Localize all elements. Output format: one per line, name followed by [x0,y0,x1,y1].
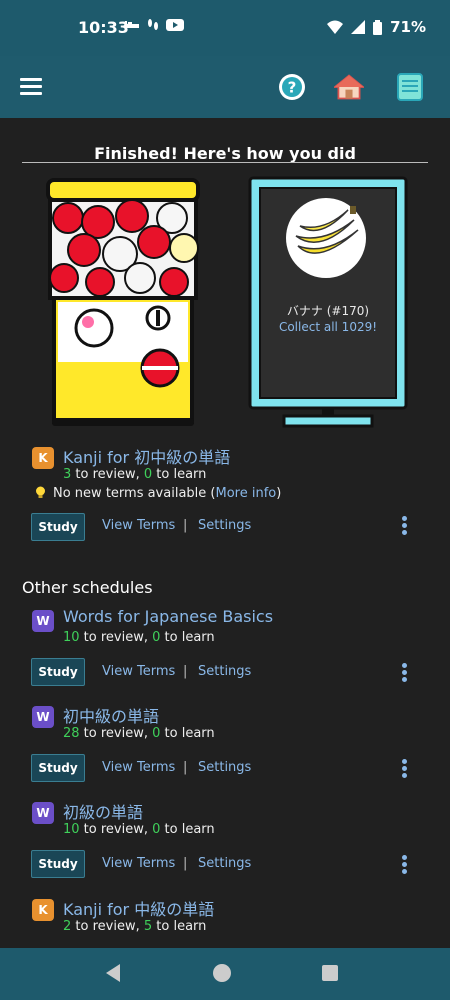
schedule-counts: 28 to review, 0 to learn [63,726,215,741]
view-terms-link[interactable]: View Terms [102,664,175,679]
bed-icon [125,21,139,30]
info-tip: No new terms available (More info) [34,486,281,501]
words-badge: W [32,706,54,728]
schedule-title-link[interactable]: 初級の単語 [63,799,143,823]
words-badge: W [32,802,54,824]
more-options-icon[interactable] [402,855,408,875]
more-options-icon[interactable] [402,759,408,779]
words-badge: W [32,610,54,632]
more-info-link[interactable]: More info [215,486,276,501]
learn-text: to learn [152,467,207,482]
review-count: 10 [63,822,80,837]
study-button[interactable]: Study [31,513,85,541]
learn-text: to learn [160,630,215,645]
settings-link[interactable]: Settings [198,856,251,871]
other-schedules-heading: Other schedules [22,578,153,597]
tip-text: No new terms available ( [53,486,216,501]
menu-icon[interactable] [20,78,42,96]
schedule-counts: 2 to review, 5 to learn [63,919,206,934]
review-text: to review, [71,467,144,482]
status-right: 71% [327,18,426,36]
study-button[interactable]: Study [31,754,85,782]
review-text: to review, [79,822,153,837]
status-time: 10:33 [78,18,129,37]
system-nav-bar [0,948,450,1000]
help-icon[interactable]: ? [277,72,307,102]
schedule-counts: 10 to review, 0 to learn [63,630,215,645]
settings-link[interactable]: Settings [198,518,251,533]
view-terms-link[interactable]: View Terms [102,760,175,775]
book-icon[interactable] [395,72,425,102]
signal-icon [351,20,366,34]
home-nav-icon[interactable] [213,964,231,982]
prize-name: バナナ (#170) [286,304,370,318]
view-terms-link[interactable]: View Terms [102,518,175,533]
learn-text: to learn [160,822,215,837]
kanji-badge: K [32,447,54,469]
notification-icons [124,18,184,32]
home-icon[interactable] [334,72,364,102]
schedule-title-link[interactable]: 初中級の単語 [63,703,159,727]
schedule-title-link[interactable]: Words for Japanese Basics [63,607,273,626]
svg-text:?: ? [288,79,297,97]
status-bar: 10:33 71% [0,0,450,56]
settings-link[interactable]: Settings [198,664,251,679]
more-options-icon[interactable] [402,663,408,683]
separator: | [183,518,188,533]
recents-icon[interactable] [322,965,338,981]
battery-level: 71% [390,18,426,36]
youtube-icon [166,19,184,31]
tip-close: ) [276,486,282,501]
schedule-title-link[interactable]: Kanji for 中級の単語 [63,896,214,920]
review-count: 10 [63,630,80,645]
collect-all-link[interactable]: Collect all 1029! [250,320,406,334]
learn-count: 0 [143,467,153,482]
review-text: to review, [79,630,153,645]
settings-link[interactable]: Settings [198,760,251,775]
app-bar: ? [0,56,450,118]
schedule-counts: 10 to review, 0 to learn [63,822,215,837]
study-button[interactable]: Study [31,850,85,878]
kanji-badge: K [32,899,54,921]
more-options-icon[interactable] [402,516,408,536]
learn-text: to learn [160,726,215,741]
separator: | [183,856,188,871]
separator: | [183,664,188,679]
view-terms-link[interactable]: View Terms [102,856,175,871]
study-button[interactable]: Study [31,658,85,686]
schedule-title-link[interactable]: Kanji for 初中級の単語 [63,444,230,468]
review-text: to review, [71,919,144,934]
wifi-icon [327,20,344,34]
battery-icon [373,19,383,35]
divider [22,162,428,163]
gacha-machine-image [46,178,200,426]
main-content: Finished! Here's how you did バナナ (#170) … [0,118,450,948]
review-text: to review, [79,726,153,741]
lightbulb-icon [36,486,45,498]
steps-icon [148,19,158,30]
review-count: 28 [63,726,80,741]
separator: | [183,760,188,775]
back-icon[interactable] [106,964,120,982]
learn-count: 5 [143,919,153,934]
schedule-counts: 3 to review, 0 to learn [63,467,206,482]
learn-text: to learn [152,919,207,934]
page-title: Finished! Here's how you did [94,144,356,163]
